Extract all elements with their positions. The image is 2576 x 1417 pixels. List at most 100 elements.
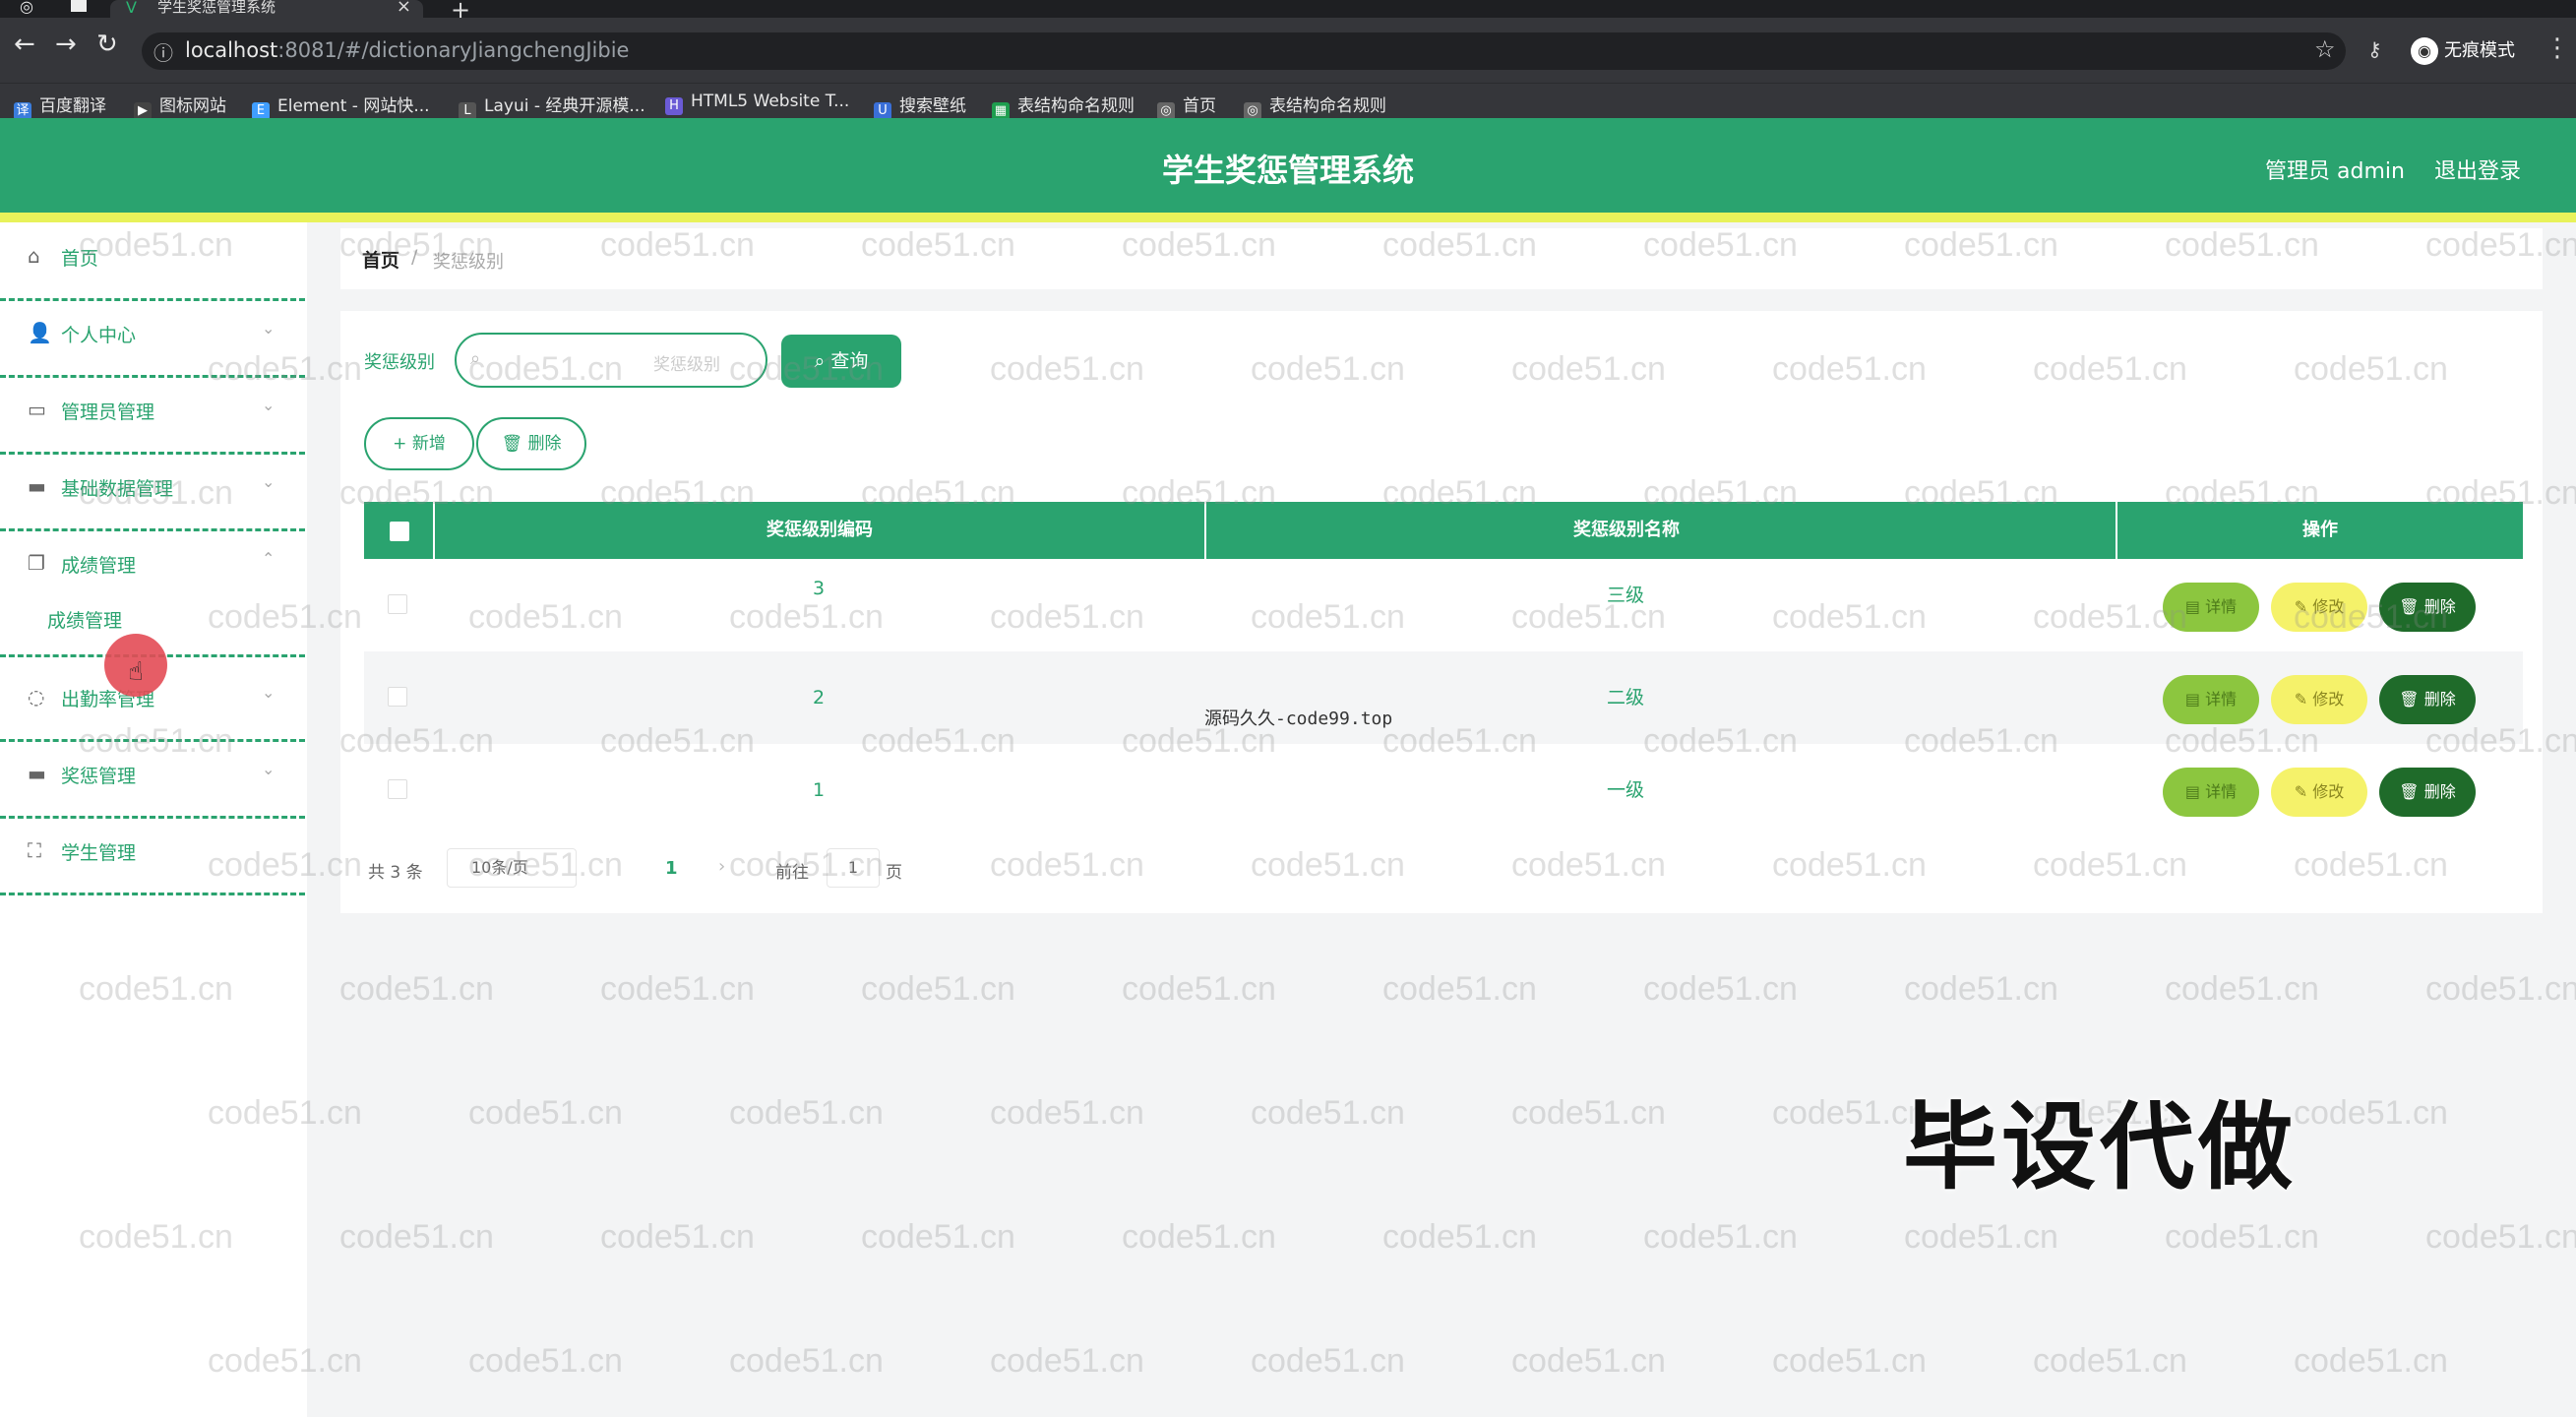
table-row: 3 三级 ▤ 详情 ✎ 修改 🗑 删除 [364, 559, 2523, 651]
edit-button[interactable]: ✎ 修改 [2271, 675, 2367, 724]
plus-icon: + [393, 434, 412, 454]
sidebar-item-home[interactable]: ⌂ 首页 [0, 224, 305, 301]
breadcrumb-home[interactable]: 首页 [362, 246, 399, 273]
bookmark-item[interactable]: ◎ 表结构命名规则 [1244, 92, 1386, 120]
breadcrumb-current: 奖惩级别 [433, 252, 504, 273]
hand-cursor-icon: ☝ [128, 657, 144, 687]
chevron-down-icon: ⌄ [262, 760, 276, 778]
row-checkbox[interactable] [388, 594, 407, 614]
cell-name: 三级 [1606, 585, 1644, 606]
watermark-text: code51.cn [600, 1218, 755, 1256]
query-button[interactable]: ⌕ 查询 [781, 335, 901, 388]
sidebar-item-label: 奖惩管理 [61, 766, 137, 787]
watermark-text: code51.cn [729, 1342, 884, 1380]
row-checkbox[interactable] [388, 687, 407, 707]
edit-icon: ✎ [2294, 690, 2313, 708]
chevron-down-icon: ⌄ [262, 396, 276, 414]
sidebar-item-grades[interactable]: ❐ 成绩管理 ⌃ [0, 531, 305, 608]
incognito-icon: ◉ [2411, 37, 2438, 65]
search-icon: ⌕ [470, 348, 481, 369]
trash-icon: 🗑 [2399, 597, 2424, 616]
delete-button[interactable]: 🗑 删除 [2379, 768, 2476, 817]
edit-button[interactable]: ✎ 修改 [2271, 768, 2367, 817]
pagination-total: 共 3 条 [368, 863, 423, 883]
forward-icon[interactable]: → [55, 30, 77, 59]
logout-link[interactable]: 退出登录 [2434, 154, 2521, 185]
reload-icon[interactable]: ↻ [96, 30, 118, 59]
bookmark-item[interactable]: U 搜索壁纸 [874, 92, 966, 120]
cell-code: 1 [812, 779, 826, 801]
bookmark-item[interactable]: E Element - 网站快... [252, 92, 430, 120]
goto-page-input[interactable]: 1 [827, 848, 880, 888]
row-checkbox[interactable] [388, 779, 407, 799]
doc-icon: ▤ [2184, 782, 2206, 801]
select-all-checkbox[interactable] [390, 522, 409, 541]
watermark-text: code51.cn [1643, 970, 1798, 1008]
bookmark-item[interactable]: ▦ 表结构命名规则 [992, 92, 1135, 120]
delete-button[interactable]: 🗑 删除 [2379, 675, 2476, 724]
watermark-text: code51.cn [339, 1218, 494, 1256]
trash-icon: 🗑 [501, 434, 528, 454]
watermark-text: code51.cn [339, 970, 494, 1008]
back-icon[interactable]: ← [14, 30, 35, 59]
watermark-text: code51.cn [2294, 1094, 2448, 1132]
center-watermark: 源码久久-code99.top [1204, 708, 1393, 729]
edit-button[interactable]: ✎ 修改 [2271, 583, 2367, 632]
browser-menu-icon[interactable]: ◎ [20, 0, 33, 16]
tab-title: 学生奖惩管理系统 [157, 0, 276, 16]
cell-code: 3 [812, 578, 826, 599]
password-key-icon[interactable]: ⚷ [2367, 37, 2382, 61]
expand-icon: ⛶ [28, 838, 41, 862]
watermark-text: code51.cn [2165, 1218, 2319, 1256]
bookmark-item[interactable]: 译百度翻译 [14, 92, 106, 120]
tab-search-icon[interactable] [71, 0, 87, 12]
detail-button[interactable]: ▤ 详情 [2163, 675, 2259, 724]
breadcrumb [340, 228, 2543, 289]
sidebar-item-students[interactable]: ⛶ 学生管理 [0, 819, 305, 895]
sidebar-item-basic-data[interactable]: ▬ 基础数据管理 ⌄ [0, 455, 305, 531]
page-number[interactable]: 1 [665, 858, 678, 879]
watermark-text: code51.cn [2294, 1342, 2448, 1380]
message-icon: ▬ [28, 474, 46, 498]
chevron-up-icon: ⌃ [262, 549, 276, 568]
table-row: 2 二级 ▤ 详情 ✎ 修改 🗑 删除 [364, 651, 2523, 744]
detail-button[interactable]: ▤ 详情 [2163, 768, 2259, 817]
tab-close-icon[interactable]: × [397, 0, 411, 16]
watermark-text: code51.cn [468, 1342, 623, 1380]
site-info-icon[interactable]: ⓘ [153, 37, 173, 66]
column-header: 操作 [2116, 502, 2523, 559]
edit-icon: ✎ [2294, 597, 2313, 616]
chat-icon: ▭ [28, 398, 46, 421]
sidebar-item-profile[interactable]: 👤 个人中心 ⌄ [0, 301, 305, 378]
sidebar-item-rewards[interactable]: ▬ 奖惩管理 ⌄ [0, 742, 305, 819]
vue-favicon-icon: V [126, 0, 137, 17]
url-text[interactable]: localhost:8081/#/dictionaryJiangchengJib… [185, 38, 629, 62]
delete-button[interactable]: 🗑 删除 [2379, 583, 2476, 632]
bookmark-item[interactable]: ▶ 图标网站 [134, 92, 226, 120]
watermark-text: code51.cn [2425, 970, 2576, 1008]
browser-tab[interactable]: V 学生奖惩管理系统 × [110, 0, 423, 18]
search-icon: ⌕ [814, 350, 831, 372]
cell-code: 2 [812, 687, 826, 708]
goto-suffix: 页 [886, 863, 902, 883]
next-page-icon[interactable]: › [718, 856, 725, 877]
sidebar-item-admin[interactable]: ▭ 管理员管理 ⌄ [0, 378, 305, 455]
watermark-text: code51.cn [2165, 970, 2319, 1008]
browser-menu-dots-icon[interactable]: ⋮ [2545, 33, 2570, 63]
bookmark-star-icon[interactable]: ☆ [2314, 35, 2336, 63]
page-size-select[interactable]: 10条/页 [447, 848, 577, 888]
add-button[interactable]: + 新增 [364, 417, 474, 470]
detail-button[interactable]: ▤ 详情 [2163, 583, 2259, 632]
batch-delete-button[interactable]: 🗑 删除 [476, 417, 586, 470]
watermark-text: code51.cn [1382, 970, 1537, 1008]
incognito-indicator[interactable]: ◉ 无痕模式 [2411, 36, 2515, 65]
watermark-text: code51.cn [1511, 1094, 1666, 1132]
search-input[interactable]: ⌕ 奖惩级别 [455, 333, 767, 388]
bookmark-item[interactable]: H HTML5 Website T... [665, 92, 849, 115]
table-row: 1 一级 ▤ 详情 ✎ 修改 🗑 删除 [364, 744, 2523, 836]
bookmark-item[interactable]: ◎ 首页 [1157, 92, 1216, 120]
sidebar: ⌂ 首页 👤 个人中心 ⌄ ▭ 管理员管理 ⌄ ▬ 基础数据管理 ⌄ ❐ 成绩管… [0, 222, 307, 1417]
current-user: 管理员 admin [2265, 159, 2405, 184]
bookmark-item[interactable]: L Layui - 经典开源模... [459, 92, 645, 120]
watermark-text: code51.cn [1382, 1218, 1537, 1256]
